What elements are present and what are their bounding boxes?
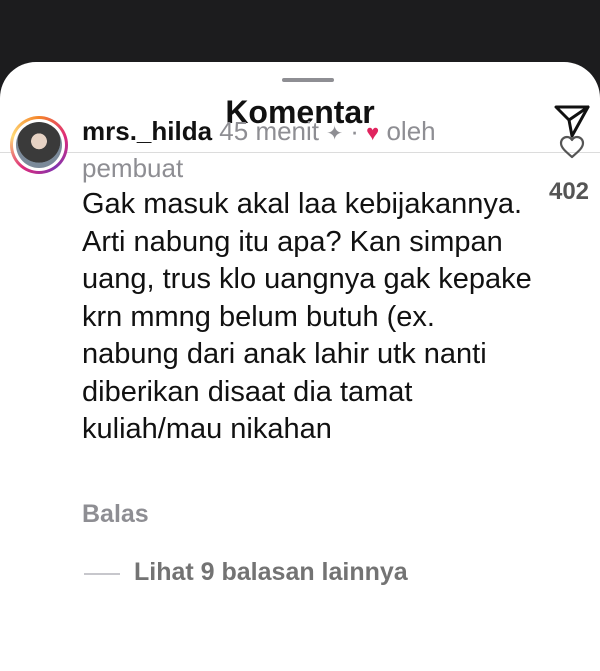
avatar[interactable]: [10, 116, 68, 174]
comment-time: 45 menit: [219, 116, 320, 146]
avatar-photo: [16, 122, 62, 168]
comment-text: Gak masuk akal laa kebijakannya. Arti na…: [82, 188, 532, 445]
view-more-replies-button[interactable]: Lihat 9 balasan lainnya: [134, 558, 408, 587]
sheet-grabber[interactable]: [282, 78, 334, 82]
meta-separator: ·: [350, 116, 359, 146]
comment-meta: mrs._hilda 45 menit ✦ · ♥ oleh pembuat: [82, 114, 502, 185]
pin-icon: ✦: [326, 123, 344, 145]
like-count: 402: [548, 178, 590, 205]
comment-username[interactable]: mrs._hilda: [82, 116, 212, 146]
reply-button[interactable]: Balas: [82, 500, 149, 529]
heart-outline-icon[interactable]: [559, 135, 585, 159]
view-more-line: [84, 573, 120, 575]
creator-heart-icon: ♥: [366, 120, 380, 145]
